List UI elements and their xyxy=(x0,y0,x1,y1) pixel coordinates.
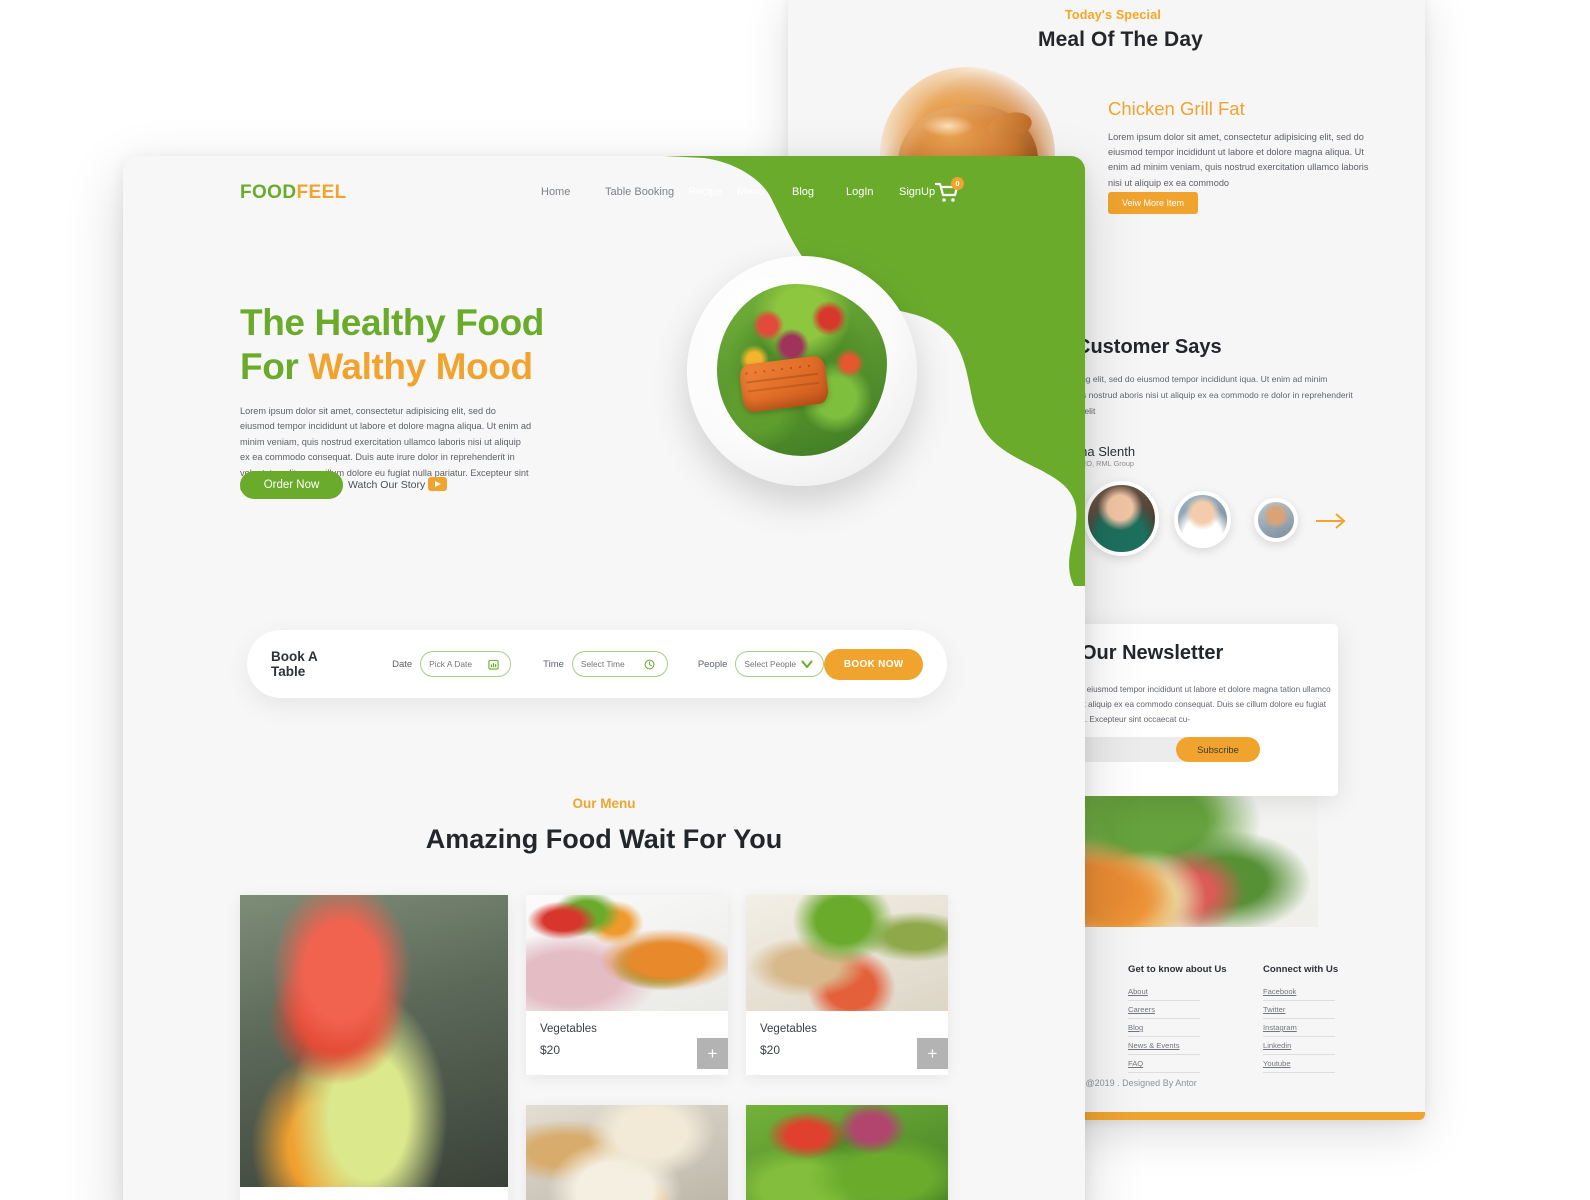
people-field[interactable] xyxy=(735,651,825,677)
menu-card-image xyxy=(526,1105,728,1200)
play-video-icon[interactable] xyxy=(428,477,447,491)
avatar[interactable] xyxy=(1084,481,1159,556)
footer-column-connect: Connect with Us Facebook Twitter Instagr… xyxy=(1263,964,1338,1073)
menu-card-name: Vegetables xyxy=(760,1023,817,1035)
order-now-button[interactable]: Order Now xyxy=(240,471,343,499)
people-input[interactable] xyxy=(744,659,797,669)
time-input[interactable] xyxy=(580,659,639,669)
footer-col1-title: Get to know about Us xyxy=(1128,964,1227,975)
footer-link-faq[interactable]: FAQ xyxy=(1128,1055,1200,1073)
footer-link-youtube[interactable]: Youtube xyxy=(1263,1055,1335,1073)
menu-card-image xyxy=(746,895,948,1011)
time-field[interactable] xyxy=(571,651,668,677)
calendar-icon xyxy=(488,659,499,670)
menu-card[interactable] xyxy=(746,1105,948,1200)
view-more-item-button[interactable]: Veiw More Item xyxy=(1108,192,1199,214)
cart-button[interactable]: 0 xyxy=(934,177,964,207)
menu-card[interactable]: Vegetables $20 + xyxy=(746,895,948,1075)
watch-our-story-label[interactable]: Watch Our Story xyxy=(348,479,425,491)
date-input[interactable] xyxy=(429,659,484,669)
nav-item-login[interactable]: LogIn xyxy=(846,186,899,198)
footer-col2-title: Connect with Us xyxy=(1263,964,1339,975)
meal-of-the-day-title: Meal Of The Day xyxy=(1038,28,1203,51)
nav-item-menu[interactable]: Menu xyxy=(737,186,792,198)
footer-column-about: Get to know about Us About Careers Blog … xyxy=(1128,964,1227,1073)
nav-item-recipe[interactable]: Recipe xyxy=(688,186,737,198)
people-label: People xyxy=(697,658,728,670)
footer-link-twitter[interactable]: Twitter xyxy=(1263,1001,1335,1019)
our-menu-eyebrow: Our Menu xyxy=(572,796,636,811)
meal-name: Chicken Grill Fat xyxy=(1108,98,1245,119)
logo[interactable]: FOODFEEL xyxy=(240,182,347,204)
book-a-table-bar: Book A Table Date Time People xyxy=(247,630,947,698)
book-a-table-title: Book A Table xyxy=(271,649,318,679)
menu-card[interactable]: Vegetables $20 + xyxy=(526,895,728,1075)
menu-card-image xyxy=(526,895,728,1011)
hero-heading-line2: For Walthy Mood xyxy=(240,345,544,389)
footer-link-news-events[interactable]: News & Events xyxy=(1128,1037,1200,1055)
menu-card-body: Vegetables $20 + xyxy=(526,1011,728,1069)
meal-description: Lorem ipsum dolor sit amet, consectetur … xyxy=(1108,132,1369,188)
menu-card-price: $20 xyxy=(760,1043,781,1057)
menu-card-body xyxy=(240,1187,508,1200)
avatar[interactable] xyxy=(1174,491,1231,548)
hero-line2-orange: Walthy Mood xyxy=(308,345,533,387)
footer-link-careers[interactable]: Careers xyxy=(1128,1001,1200,1019)
menu-card-price: $20 xyxy=(540,1043,561,1057)
logo-part-food: FOOD xyxy=(240,182,297,203)
menu-card-large[interactable] xyxy=(240,895,508,1200)
avatar[interactable] xyxy=(1254,498,1298,542)
nav-item-table-booking[interactable]: Table Booking xyxy=(605,186,688,198)
hero-food-plate-image xyxy=(687,256,917,486)
hero-heading: The Healthy Food For Walthy Mood xyxy=(240,301,544,388)
nav-item-home[interactable]: Home xyxy=(541,186,605,198)
customer-quote: tur adipisicing elit, sed do eiusmod tem… xyxy=(1038,374,1353,416)
menu-card-name: Vegetables xyxy=(540,1023,597,1035)
menu-card[interactable] xyxy=(526,1105,728,1200)
nav-item-blog[interactable]: Blog xyxy=(792,186,846,198)
footer-link-linkedin[interactable]: Linkedin xyxy=(1263,1037,1335,1055)
book-now-button[interactable]: BOOK NOW xyxy=(824,648,924,680)
menu-card-image xyxy=(240,895,508,1187)
foreground-page: FOODFEEL Home Table Booking Recipe Menu … xyxy=(123,156,1085,1200)
hero-line2-green: For xyxy=(240,345,309,387)
logo-part-feel: FEEL xyxy=(296,182,347,203)
date-label: Date xyxy=(392,658,413,670)
copyright-text: d @2019 . Designed By Antor xyxy=(1078,1078,1197,1088)
menu-section-title: Amazing Food Wait For You xyxy=(425,824,783,854)
newsletter-title: Our Newsletter xyxy=(1081,642,1224,664)
date-field[interactable] xyxy=(420,651,512,677)
footer-link-facebook[interactable]: Facebook xyxy=(1263,983,1335,1001)
menu-card-body: Vegetables $20 + xyxy=(746,1011,948,1069)
hero-heading-line1: The Healthy Food xyxy=(240,302,544,343)
add-to-cart-button[interactable]: + xyxy=(697,1038,728,1069)
chevron-down-icon xyxy=(801,660,813,669)
chicken-highlight xyxy=(922,115,974,137)
main-navigation: Home Table Booking Recipe Menu Blog LogI… xyxy=(541,186,947,198)
cart-count-badge: 0 xyxy=(951,177,964,190)
add-to-cart-button[interactable]: + xyxy=(917,1038,948,1069)
subscribe-button[interactable]: Subscribe xyxy=(1176,737,1260,762)
todays-special-eyebrow: Today's Special xyxy=(1065,8,1162,22)
clock-icon xyxy=(644,659,655,670)
menu-card-image xyxy=(746,1105,948,1200)
screenshot-canvas: Today's Special Meal Of The Day Chicken … xyxy=(0,0,1590,1200)
time-label: Time xyxy=(543,658,564,670)
footer-link-instagram[interactable]: Instagram xyxy=(1263,1019,1335,1037)
next-testimonial-arrow-icon[interactable] xyxy=(1316,510,1348,532)
customer-says-title: Customer Says xyxy=(1076,336,1222,358)
footer-link-blog[interactable]: Blog xyxy=(1128,1019,1200,1037)
footer-link-about[interactable]: About xyxy=(1128,983,1200,1001)
